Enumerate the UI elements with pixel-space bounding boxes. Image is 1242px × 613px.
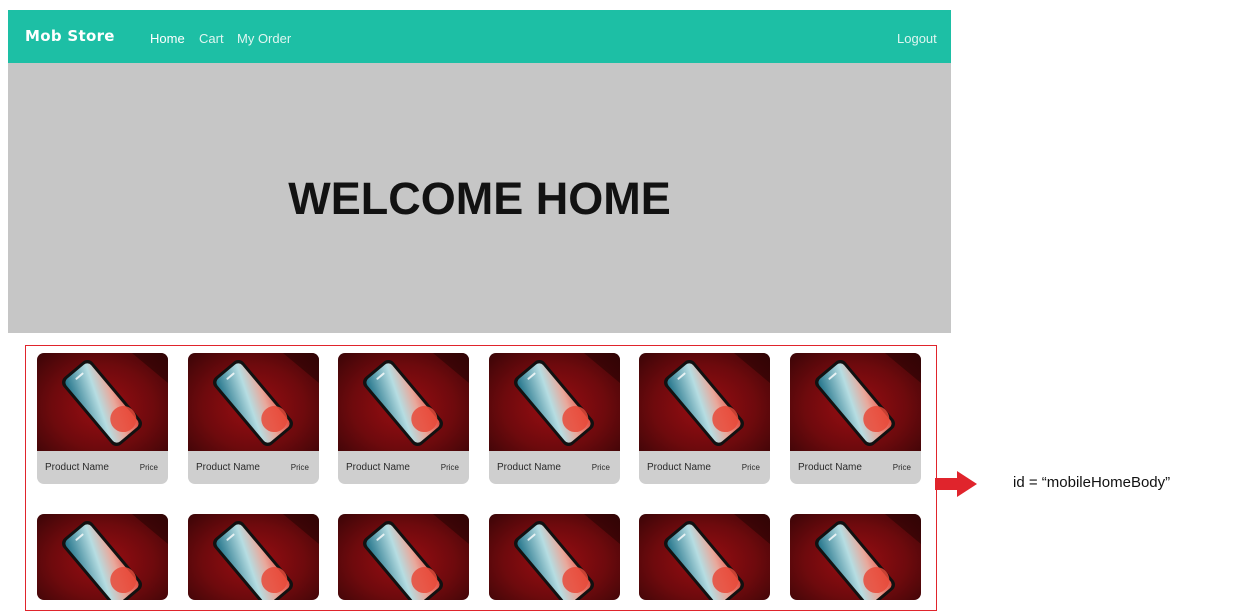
product-name: Product Name: [196, 462, 260, 473]
product-card[interactable]: Product Name Price: [639, 353, 770, 484]
product-card[interactable]: Product Name Price: [37, 353, 168, 484]
arrow-right-icon: [935, 471, 977, 497]
product-price: Price: [892, 463, 911, 472]
product-image: [639, 514, 770, 600]
nav-link-home[interactable]: Home: [150, 31, 185, 46]
product-price: Price: [741, 463, 760, 472]
product-card[interactable]: [790, 514, 921, 600]
product-image: [338, 353, 469, 451]
mobile-home-body: Product Name Price Product Name Price Pr…: [25, 345, 937, 611]
phone-image-icon: [815, 353, 921, 447]
phone-image-icon: [815, 514, 921, 600]
phone-image-icon: [664, 353, 770, 447]
navbar: Mob Store Home Cart My Order Logout: [8, 10, 951, 63]
product-card[interactable]: Product Name Price: [338, 353, 469, 484]
product-price: Price: [290, 463, 309, 472]
phone-image-icon: [514, 514, 620, 600]
phone-image-icon: [514, 353, 620, 447]
product-card[interactable]: Product Name Price: [790, 353, 921, 484]
product-image: [489, 353, 620, 451]
product-price: Price: [591, 463, 610, 472]
product-image: [37, 514, 168, 600]
phone-image-icon: [363, 353, 469, 447]
product-name: Product Name: [798, 462, 862, 473]
product-card[interactable]: [188, 514, 319, 600]
phone-image-icon: [664, 514, 770, 600]
nav-link-cart[interactable]: Cart: [199, 31, 224, 46]
hero-title: WELCOME HOME: [288, 173, 671, 224]
phone-image-icon: [213, 353, 319, 447]
annotation-label: id = “mobileHomeBody”: [1013, 474, 1171, 491]
product-card[interactable]: Product Name Price: [188, 353, 319, 484]
product-image: [188, 353, 319, 451]
product-image: [338, 514, 469, 600]
product-name: Product Name: [45, 462, 109, 473]
product-price: Price: [440, 463, 459, 472]
hero-banner: WELCOME HOME: [8, 63, 951, 333]
brand-logo[interactable]: Mob Store: [25, 27, 115, 45]
phone-image-icon: [62, 353, 168, 447]
logout-link[interactable]: Logout: [897, 31, 937, 46]
product-price: Price: [139, 463, 158, 472]
product-image: [790, 514, 921, 600]
phone-image-icon: [62, 514, 168, 600]
product-name: Product Name: [346, 462, 410, 473]
product-image: [639, 353, 770, 451]
product-name: Product Name: [497, 462, 561, 473]
product-image: [37, 353, 168, 451]
phone-image-icon: [363, 514, 469, 600]
product-card[interactable]: [489, 514, 620, 600]
product-image: [790, 353, 921, 451]
phone-image-icon: [213, 514, 319, 600]
product-name: Product Name: [647, 462, 711, 473]
product-card[interactable]: [639, 514, 770, 600]
nav-link-my-order[interactable]: My Order: [237, 31, 291, 46]
product-image: [489, 514, 620, 600]
product-card[interactable]: [37, 514, 168, 600]
product-card[interactable]: Product Name Price: [489, 353, 620, 484]
product-image: [188, 514, 319, 600]
product-card[interactable]: [338, 514, 469, 600]
